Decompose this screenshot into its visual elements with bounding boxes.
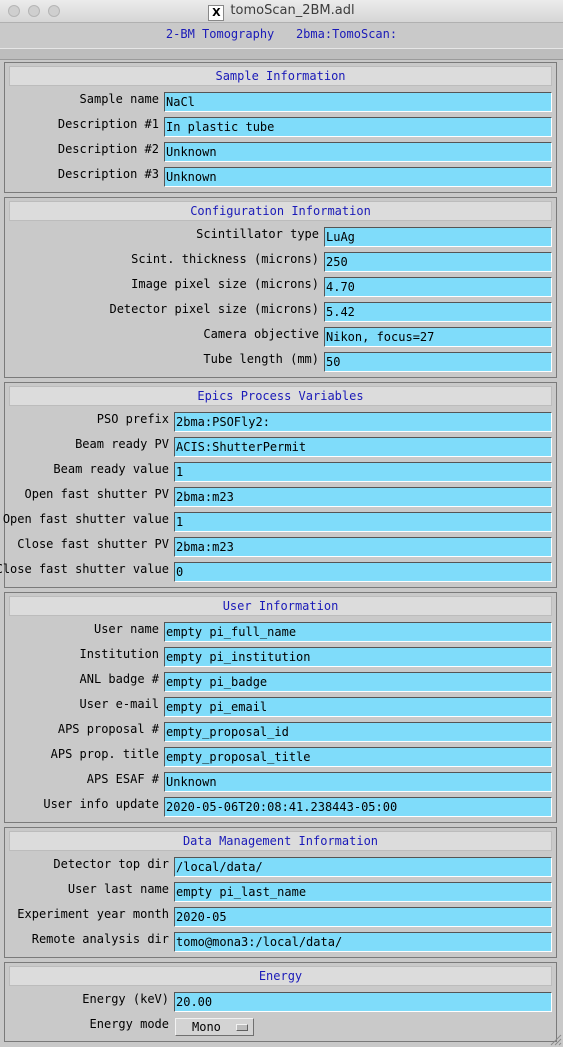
energy-mode-value: Mono [192,1020,221,1034]
beam-ready-pv-label: Beam ready PV [75,437,169,451]
experiment-year-month-field[interactable]: 2020-05 [174,907,552,927]
description-1-field[interactable]: In plastic tube [164,117,552,137]
experiment-year-month-label: Experiment year month [17,907,169,921]
aps-proposal-label: APS proposal # [57,722,159,736]
institution-field[interactable]: empty pi_institution [164,647,552,667]
open-fast-shutter-pv-label: Open fast shutter PV [24,487,170,501]
beam-ready-value-label: Beam ready value [53,462,169,476]
x11-icon: X [208,5,225,21]
image-pixel-size-label: Image pixel size (microns) [131,277,319,291]
user-last-name-label: User last name [67,882,169,896]
close-fast-shutter-pv-label: Close fast shutter PV [17,537,169,551]
open-fast-shutter-value-label: Open fast shutter value [2,512,169,526]
sample-name-field[interactable]: NaCl [164,92,552,112]
institution-label: Institution [79,647,159,661]
scintillator-type-field[interactable]: LuAg [324,227,552,247]
scint-thickness-label: Scint. thickness (microns) [131,252,319,266]
aps-proposal-field[interactable]: empty_proposal_id [164,722,552,742]
aps-prop-title-field[interactable]: empty_proposal_title [164,747,552,767]
description-3-field[interactable]: Unknown [164,167,552,187]
window-title-text: tomoScan_2BM.adl [230,3,355,18]
window-title: XtomoScan_2BM.adl [0,3,563,21]
configuration-information-panel: Configuration Information Scintillator t… [4,197,557,378]
remote-analysis-dir-field[interactable]: tomo@mona3:/local/data/ [174,932,552,952]
pso-prefix-field[interactable]: 2bma:PSOFly2: [174,412,552,432]
detector-top-dir-field[interactable]: /local/data/ [174,857,552,877]
description-3-label: Description #3 [57,167,159,181]
tube-length-label: Tube length (mm) [203,352,319,366]
data-management-title: Data Management Information [9,831,552,851]
resize-grip-icon[interactable] [548,1032,562,1046]
sample-information-panel: Sample Information Sample name NaCl Desc… [4,62,557,193]
aps-prop-title-label: APS prop. title [50,747,159,761]
beam-ready-pv-field[interactable]: ACIS:ShutterPermit [174,437,552,457]
detector-pixel-size-field[interactable]: 5.42 [324,302,552,322]
sample-name-label: Sample name [79,92,159,106]
menu-indicator-icon [236,1024,248,1031]
user-info-update-field[interactable]: 2020-05-06T20:08:41.238443-05:00 [164,797,552,817]
configuration-information-title: Configuration Information [9,201,552,221]
user-information-panel: User Information User name empty pi_full… [4,592,557,823]
user-name-field[interactable]: empty pi_full_name [164,622,552,642]
anl-badge-label: ANL badge # [79,672,159,686]
window-titlebar[interactable]: XtomoScan_2BM.adl [0,0,563,23]
user-info-update-label: User info update [43,797,159,811]
energy-title: Energy [9,966,552,986]
detector-pixel-size-label: Detector pixel size (microns) [109,302,319,316]
header-divider [0,48,563,60]
description-1-label: Description #1 [57,117,159,131]
close-fast-shutter-pv-field[interactable]: 2bma:m23 [174,537,552,557]
open-fast-shutter-pv-field[interactable]: 2bma:m23 [174,487,552,507]
user-information-title: User Information [9,596,552,616]
scint-thickness-field[interactable]: 250 [324,252,552,272]
camera-objective-field[interactable]: Nikon, focus=27 [324,327,552,347]
pso-prefix-label: PSO prefix [96,412,169,426]
aps-esaf-label: APS ESAF # [86,772,159,786]
energy-panel: Energy Energy (keV) 20.00 Energy mode Mo… [4,962,557,1042]
description-2-label: Description #2 [57,142,159,156]
camera-objective-label: Camera objective [203,327,319,341]
detector-top-dir-label: Detector top dir [53,857,169,871]
open-fast-shutter-value-field[interactable]: 1 [174,512,552,532]
data-management-panel: Data Management Information Detector top… [4,827,557,958]
user-last-name-field[interactable]: empty pi_last_name [174,882,552,902]
page-header: 2-BM Tomography 2bma:TomoScan: [165,27,398,41]
image-pixel-size-field[interactable]: 4.70 [324,277,552,297]
scintillator-type-label: Scintillator type [196,227,319,241]
aps-esaf-field[interactable]: Unknown [164,772,552,792]
energy-mode-menu[interactable]: Mono [175,1018,254,1036]
energy-mode-label: Energy mode [89,1017,169,1031]
energy-kev-field[interactable]: 20.00 [174,992,552,1012]
tube-length-field[interactable]: 50 [324,352,552,372]
description-2-field[interactable]: Unknown [164,142,552,162]
close-fast-shutter-value-label: Close fast shutter value [0,562,169,576]
remote-analysis-dir-label: Remote analysis dir [31,932,169,946]
user-email-label: User e-mail [79,697,159,711]
energy-kev-label: Energy (keV) [82,992,169,1006]
user-email-field[interactable]: empty pi_email [164,697,552,717]
beam-ready-value-field[interactable]: 1 [174,462,552,482]
epics-process-variables-title: Epics Process Variables [9,386,552,406]
anl-badge-field[interactable]: empty pi_badge [164,672,552,692]
sample-information-title: Sample Information [9,66,552,86]
user-name-label: User name [93,622,159,636]
close-fast-shutter-value-field[interactable]: 0 [174,562,552,582]
epics-process-variables-panel: Epics Process Variables PSO prefix 2bma:… [0,382,557,588]
